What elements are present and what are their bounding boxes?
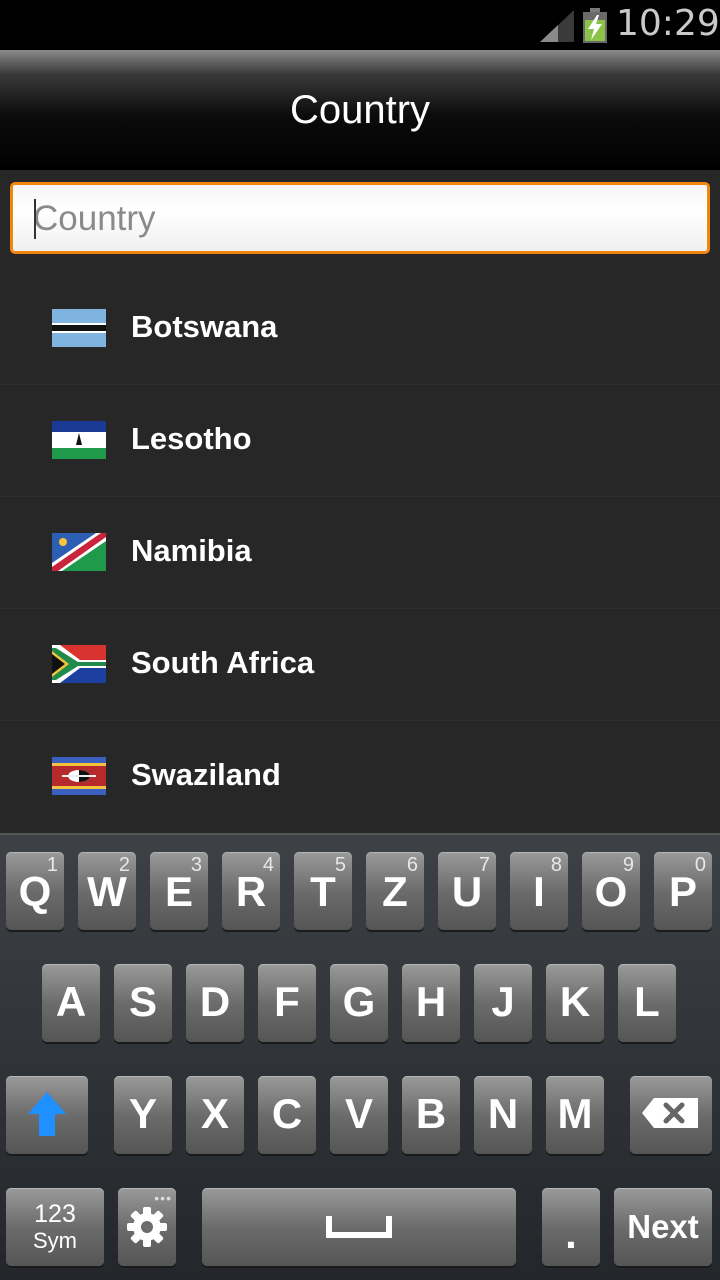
key-o[interactable]: 9O (582, 852, 640, 930)
list-item-swaziland[interactable]: Swaziland (0, 721, 720, 833)
namibia-flag-icon (52, 533, 106, 571)
action-bar: Country (0, 50, 720, 170)
key-x[interactable]: X (186, 1076, 244, 1154)
key-d[interactable]: D (186, 964, 244, 1042)
status-bar: 10:29 (0, 0, 720, 50)
key-u[interactable]: 7U (438, 852, 496, 930)
key-f[interactable]: F (258, 964, 316, 1042)
space-bar-icon (326, 1216, 392, 1238)
symbols-key-bottom-label: Sym (33, 1228, 77, 1253)
country-name: Lesotho (131, 421, 252, 456)
key-y[interactable]: Y (114, 1076, 172, 1154)
key-p[interactable]: 0P (654, 852, 712, 930)
list-item-namibia[interactable]: Namibia (0, 497, 720, 609)
country-name: Botswana (131, 309, 278, 344)
botswana-flag-icon (52, 309, 106, 347)
search-input[interactable] (33, 197, 683, 241)
shift-key[interactable] (6, 1076, 88, 1154)
south-africa-flag-icon (52, 645, 106, 683)
country-name: South Africa (131, 645, 315, 680)
lesotho-flag-icon (52, 421, 106, 459)
key-w[interactable]: 2W (78, 852, 136, 930)
symbols-key-top-label: 123 (34, 1200, 76, 1228)
key-r[interactable]: 4R (222, 852, 280, 930)
country-list: Botswana Lesotho Namibia South Africa Sw… (0, 273, 720, 833)
key-g[interactable]: G (330, 964, 388, 1042)
key-e[interactable]: 3E (150, 852, 208, 930)
period-key[interactable]: . (542, 1188, 600, 1266)
key-t[interactable]: 5T (294, 852, 352, 930)
symbols-key[interactable]: 123 Sym (6, 1188, 104, 1266)
status-clock: 10:29 (616, 3, 720, 44)
key-j[interactable]: J (474, 964, 532, 1042)
next-key[interactable]: Next (614, 1188, 712, 1266)
soft-keyboard: 1Q 2W 3E 4R 5T 6Z 7U 8I 9O 0P A S D F G … (0, 833, 720, 1280)
backspace-key[interactable] (630, 1076, 712, 1154)
list-item-lesotho[interactable]: Lesotho (0, 385, 720, 497)
page-title: Country (289, 88, 431, 132)
key-c[interactable]: C (258, 1076, 316, 1154)
battery-charging-icon (583, 8, 607, 43)
key-z[interactable]: 6Z (366, 852, 424, 930)
key-b[interactable]: B (402, 1076, 460, 1154)
gear-icon (127, 1207, 167, 1247)
swaziland-flag-icon (52, 757, 106, 795)
key-l[interactable]: L (618, 964, 676, 1042)
key-m[interactable]: M (546, 1076, 604, 1154)
key-k[interactable]: K (546, 964, 604, 1042)
list-item-south-africa[interactable]: South Africa (0, 609, 720, 721)
backspace-icon (642, 1098, 698, 1128)
space-key[interactable] (202, 1188, 516, 1266)
list-item-botswana[interactable]: Botswana (0, 273, 720, 385)
key-q[interactable]: 1Q (6, 852, 64, 930)
settings-key[interactable]: ••• (118, 1188, 176, 1266)
country-picker: Botswana Lesotho Namibia (0, 170, 720, 833)
key-s[interactable]: S (114, 964, 172, 1042)
settings-dots: ••• (154, 1190, 172, 1206)
key-a[interactable]: A (42, 964, 100, 1042)
country-name: Namibia (131, 533, 252, 568)
signal-icon (540, 10, 574, 42)
shift-arrow-icon (28, 1092, 66, 1136)
key-i[interactable]: 8I (510, 852, 568, 930)
text-cursor (34, 199, 36, 239)
country-name: Swaziland (131, 757, 281, 792)
key-h[interactable]: H (402, 964, 460, 1042)
search-field[interactable] (10, 182, 710, 254)
key-n[interactable]: N (474, 1076, 532, 1154)
key-v[interactable]: V (330, 1076, 388, 1154)
